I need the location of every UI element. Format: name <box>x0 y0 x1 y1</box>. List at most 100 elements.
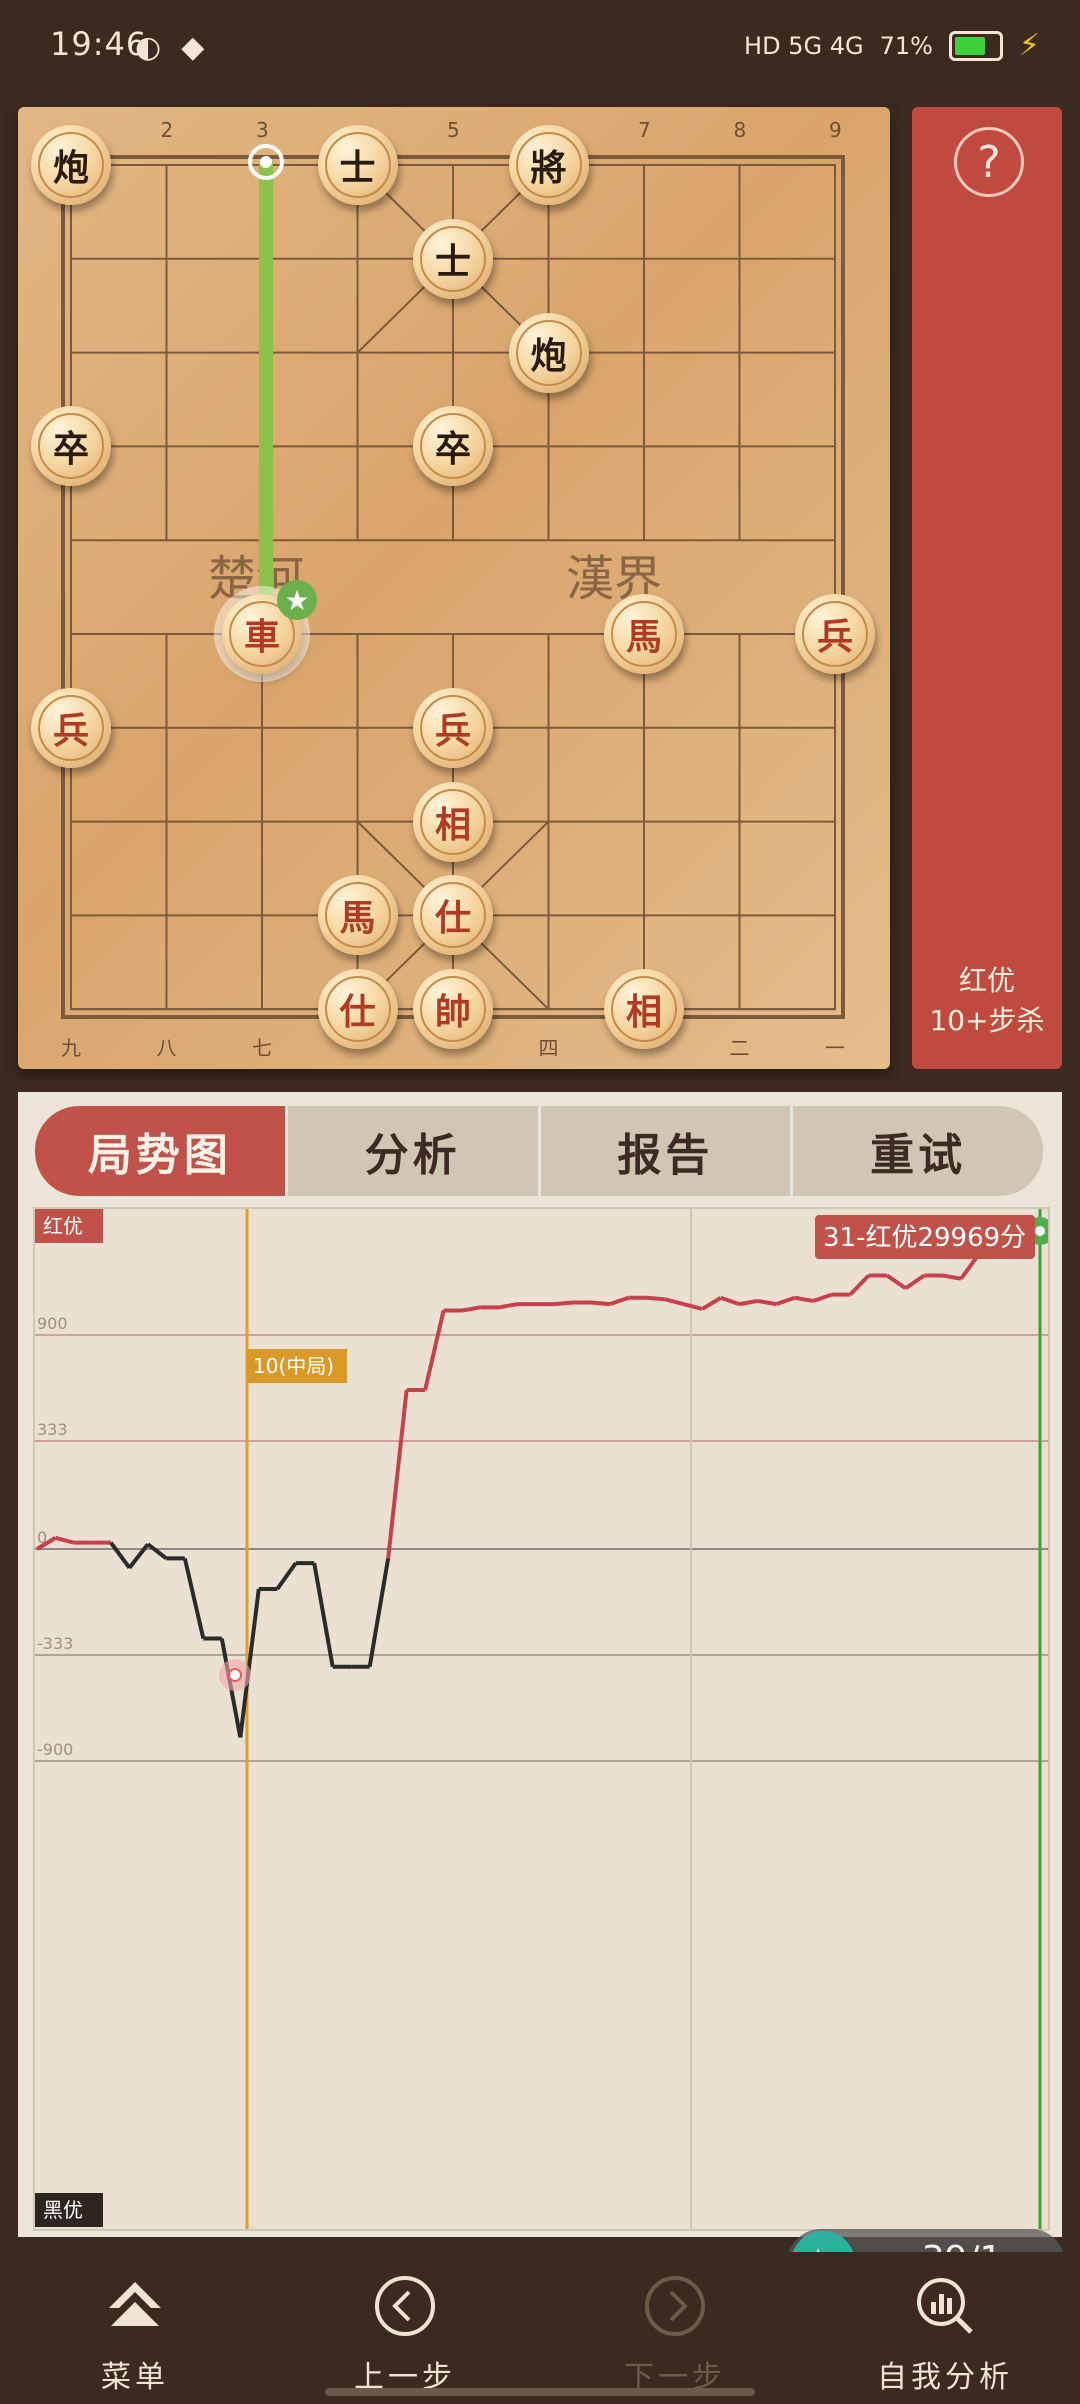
piece-char: 卒 <box>420 413 486 480</box>
chart-segment <box>367 1558 391 1668</box>
analysis-icon <box>917 2278 973 2334</box>
chart-segment <box>182 1557 206 1639</box>
piece-char: 仕 <box>420 882 486 949</box>
piece-black[interactable]: 士 <box>413 218 493 299</box>
tab-retry[interactable]: 重试 <box>793 1106 1043 1196</box>
piece-char: 將 <box>515 132 582 198</box>
bottom-nav: 菜单 上一步 下一步 自我分析 <box>0 2252 1080 2404</box>
bottom-file-label: 一 <box>825 1036 845 1060</box>
piece-char: 帥 <box>420 976 486 1043</box>
tab-report[interactable]: 报告 <box>541 1106 794 1196</box>
piece-char: 士 <box>420 225 486 292</box>
question-icon: ? <box>977 136 1001 188</box>
chart-segment <box>701 1296 722 1311</box>
top-file-label: 8 <box>734 118 747 142</box>
situation-chart[interactable]: 900 333 0 -333 -900 红优 黑优 10(中局) 31-红优29… <box>33 1207 1065 2297</box>
piece-red[interactable]: 仕 <box>317 969 398 1050</box>
chart-segment <box>591 1300 611 1307</box>
piece-black[interactable]: 卒 <box>413 406 493 487</box>
piece-red[interactable]: 帥 <box>413 969 493 1050</box>
battery-percent: 71% <box>879 31 933 60</box>
chart-svg: 9003330-333-900 红优 黑优 10(中局) 31-红优29969分 <box>35 1209 1054 2229</box>
svg-text:红优: 红优 <box>43 1214 83 1238</box>
end-score-label: 31-红优29969分 <box>815 1215 1035 1259</box>
piece-char: 炮 <box>38 132 104 198</box>
top-file-label: 2 <box>161 118 174 142</box>
bottom-file-label: 四 <box>539 1036 559 1060</box>
chart-segment <box>109 1541 132 1570</box>
piece-black[interactable]: 炮 <box>31 125 111 205</box>
nav-prev[interactable]: 上一步 <box>270 2252 540 2404</box>
piece-black[interactable]: 卒 <box>31 406 111 487</box>
bottom-file-label: 九 <box>61 1036 81 1060</box>
piece-red[interactable]: 兵 <box>795 594 875 674</box>
chart-segment <box>146 1542 168 1561</box>
y-tick-label: -333 <box>37 1634 73 1653</box>
piece-black[interactable]: 炮 <box>508 312 589 393</box>
corner-label-top: 红优 <box>35 1209 103 1243</box>
evaluation-side-panel: ? 红优 10+步杀 <box>912 107 1062 1069</box>
nav-menu[interactable]: 菜单 <box>0 2252 270 2404</box>
tab-analysis[interactable]: 分析 <box>288 1106 541 1196</box>
nav-self-analysis[interactable]: 自我分析 <box>810 2252 1080 2404</box>
y-tick-label: -900 <box>37 1740 73 1759</box>
status-notification-icons: ◐ ◆ <box>135 30 204 65</box>
piece-char: 馬 <box>324 882 391 949</box>
top-file-label: 5 <box>447 118 460 142</box>
star-marker-icon: ★ <box>277 580 317 620</box>
chart-segment <box>609 1295 630 1307</box>
network-indicator: HD 5G 4G <box>744 31 864 60</box>
y-tick-label: 333 <box>37 1420 68 1439</box>
chart-segment <box>498 1302 518 1310</box>
piece-char: 炮 <box>515 319 582 386</box>
chart-segment <box>554 1300 574 1307</box>
tab-situation-chart[interactable]: 局势图 <box>35 1106 288 1196</box>
piece-char: 相 <box>420 788 486 855</box>
chart-segment <box>812 1292 833 1303</box>
svg-text:黑优: 黑优 <box>43 2198 83 2222</box>
evaluation-line1: 红优 <box>958 964 1015 997</box>
app-notification-icon: ◐ <box>135 30 162 65</box>
chart-segment <box>942 1273 962 1281</box>
chess-board[interactable]: 楚河 漢界 235789 九八七四二一 炮士將士炮卒卒車馬兵兵兵相馬仕仕帥相 ★ <box>18 107 890 1069</box>
chart-segment <box>54 1535 75 1545</box>
chart-segment <box>461 1305 481 1313</box>
menu-icon <box>109 2282 161 2326</box>
chart-segment <box>423 1310 446 1391</box>
chart-segment <box>794 1295 814 1303</box>
battery-icon <box>948 30 1003 61</box>
nav-next[interactable]: 下一步 <box>540 2252 810 2404</box>
piece-char: 兵 <box>420 694 486 761</box>
top-file-label: 3 <box>256 118 269 142</box>
top-file-label: 9 <box>829 118 842 142</box>
piece-red[interactable]: 相 <box>413 781 493 862</box>
piece-red[interactable]: 兵 <box>413 687 493 768</box>
home-indicator[interactable] <box>325 2388 755 2396</box>
piece-char: 士 <box>324 132 391 198</box>
current-move-point[interactable] <box>219 1659 251 1691</box>
chart-segment <box>775 1295 796 1307</box>
piece-char: 相 <box>611 976 677 1043</box>
chart-segment <box>848 1274 871 1296</box>
charging-icon: ⚡ <box>1018 28 1040 63</box>
bottom-file-label: 二 <box>730 1036 750 1060</box>
prev-icon <box>375 2276 435 2336</box>
piece-red[interactable]: 兵 <box>31 687 111 768</box>
chart-segment <box>646 1295 666 1302</box>
chart-segment <box>886 1273 907 1290</box>
piece-red[interactable]: 馬 <box>317 875 398 956</box>
analysis-panel: 局势图 分析 报告 重试 900 333 0 -333 -900 红优 黑优 1… <box>18 1092 1065 2297</box>
chart-segment <box>757 1298 777 1307</box>
nav-menu-label: 菜单 <box>101 2360 169 2395</box>
top-file-label: 7 <box>638 118 651 142</box>
piece-red[interactable]: 相 <box>604 969 684 1050</box>
help-button[interactable]: ? <box>954 127 1024 197</box>
chart-segment <box>720 1295 740 1307</box>
piece-red[interactable]: 馬 <box>604 594 684 674</box>
piece-black[interactable]: 將 <box>508 125 589 205</box>
piece-red[interactable]: 仕 <box>413 875 493 956</box>
y-tick-label: 900 <box>37 1314 68 1333</box>
piece-black[interactable]: 士 <box>317 125 398 205</box>
svg-text:31-红优29969分: 31-红优29969分 <box>823 1223 1026 1253</box>
chart-segment <box>738 1298 759 1307</box>
